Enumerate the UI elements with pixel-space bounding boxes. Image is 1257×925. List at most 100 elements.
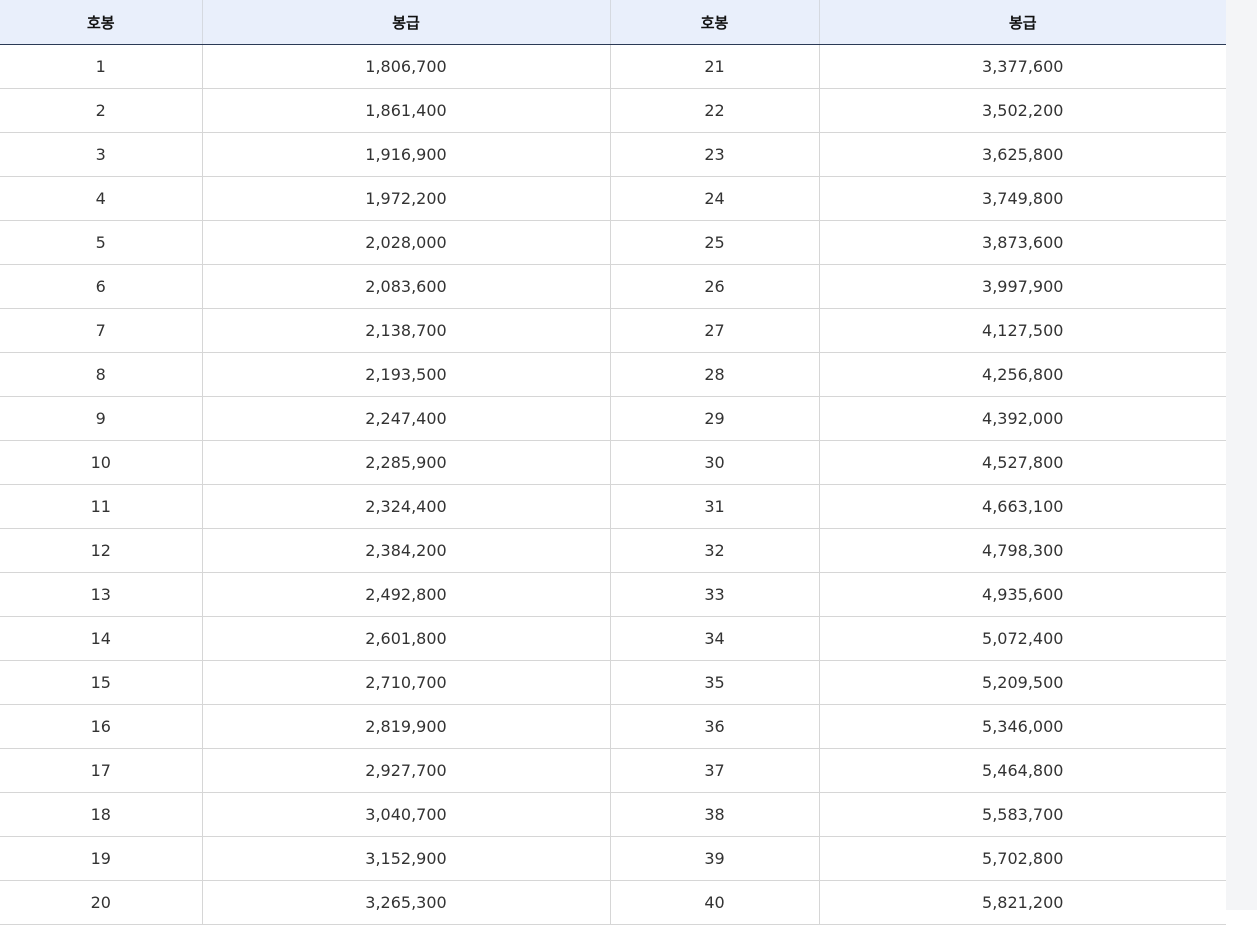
cell-grade-left: 4 bbox=[0, 176, 202, 221]
cell-salary-left: 2,710,700 bbox=[201, 660, 610, 705]
salary-table: 호봉 봉급 호봉 봉급 1 1,806,700 21 3,377,600 2 1,861,… bbox=[0, 0, 1226, 925]
cell-salary-left: 3,152,900 bbox=[201, 836, 610, 881]
header-grade-left: 호봉 bbox=[0, 0, 202, 45]
cell-grade-right: 25 bbox=[609, 220, 819, 265]
cell-grade-right: 29 bbox=[609, 396, 819, 441]
cell-grade-right: 27 bbox=[609, 308, 819, 353]
cell-salary-left: 3,265,300 bbox=[201, 880, 610, 925]
cell-grade-left: 18 bbox=[0, 792, 202, 837]
cell-grade-right: 32 bbox=[609, 528, 819, 573]
cell-salary-left: 1,916,900 bbox=[201, 132, 610, 177]
page-side-background bbox=[1226, 0, 1257, 910]
cell-grade-right: 23 bbox=[609, 132, 819, 177]
cell-grade-right: 37 bbox=[609, 748, 819, 793]
table-row: 14 2,601,800 34 5,072,400 bbox=[0, 616, 1226, 661]
cell-grade-right: 24 bbox=[609, 176, 819, 221]
cell-salary-left: 1,861,400 bbox=[201, 88, 610, 133]
table-row: 15 2,710,700 35 5,209,500 bbox=[0, 660, 1226, 705]
cell-grade-left: 16 bbox=[0, 704, 202, 749]
cell-salary-right: 4,798,300 bbox=[818, 528, 1226, 573]
cell-grade-left: 10 bbox=[0, 440, 202, 485]
cell-salary-right: 3,625,800 bbox=[818, 132, 1226, 177]
cell-grade-left: 12 bbox=[0, 528, 202, 573]
header-grade-right: 호봉 bbox=[609, 0, 819, 45]
cell-grade-right: 28 bbox=[609, 352, 819, 397]
cell-grade-right: 30 bbox=[609, 440, 819, 485]
header-salary-left: 봉급 bbox=[201, 0, 610, 45]
cell-salary-left: 1,806,700 bbox=[201, 44, 610, 89]
cell-grade-left: 9 bbox=[0, 396, 202, 441]
table-row: 17 2,927,700 37 5,464,800 bbox=[0, 748, 1226, 793]
cell-grade-right: 40 bbox=[609, 880, 819, 925]
cell-salary-left: 2,285,900 bbox=[201, 440, 610, 485]
cell-salary-left: 1,972,200 bbox=[201, 176, 610, 221]
cell-salary-left: 2,324,400 bbox=[201, 484, 610, 529]
cell-grade-left: 5 bbox=[0, 220, 202, 265]
table-row: 9 2,247,400 29 4,392,000 bbox=[0, 396, 1226, 441]
cell-salary-left: 2,601,800 bbox=[201, 616, 610, 661]
table-row: 4 1,972,200 24 3,749,800 bbox=[0, 176, 1226, 221]
table-row: 8 2,193,500 28 4,256,800 bbox=[0, 352, 1226, 397]
table-row: 2 1,861,400 22 3,502,200 bbox=[0, 88, 1226, 133]
cell-grade-left: 6 bbox=[0, 264, 202, 309]
cell-salary-left: 2,492,800 bbox=[201, 572, 610, 617]
cell-grade-right: 35 bbox=[609, 660, 819, 705]
cell-grade-right: 39 bbox=[609, 836, 819, 881]
table-row: 5 2,028,000 25 3,873,600 bbox=[0, 220, 1226, 265]
header-salary-right: 봉급 bbox=[818, 0, 1226, 45]
table-header-row: 호봉 봉급 호봉 봉급 bbox=[0, 0, 1226, 45]
cell-salary-left: 2,927,700 bbox=[201, 748, 610, 793]
cell-salary-left: 2,819,900 bbox=[201, 704, 610, 749]
cell-salary-right: 3,377,600 bbox=[818, 44, 1226, 89]
cell-salary-right: 4,663,100 bbox=[818, 484, 1226, 529]
cell-salary-right: 3,873,600 bbox=[818, 220, 1226, 265]
cell-salary-left: 3,040,700 bbox=[201, 792, 610, 837]
cell-salary-right: 4,935,600 bbox=[818, 572, 1226, 617]
cell-grade-right: 36 bbox=[609, 704, 819, 749]
cell-salary-left: 2,247,400 bbox=[201, 396, 610, 441]
table-row: 19 3,152,900 39 5,702,800 bbox=[0, 836, 1226, 881]
cell-salary-left: 2,028,000 bbox=[201, 220, 610, 265]
table-row: 1 1,806,700 21 3,377,600 bbox=[0, 44, 1226, 89]
cell-salary-right: 3,502,200 bbox=[818, 88, 1226, 133]
cell-grade-left: 13 bbox=[0, 572, 202, 617]
cell-grade-left: 2 bbox=[0, 88, 202, 133]
table-row: 18 3,040,700 38 5,583,700 bbox=[0, 792, 1226, 837]
cell-grade-left: 8 bbox=[0, 352, 202, 397]
table-body: 1 1,806,700 21 3,377,600 2 1,861,400 22 3,502,2… bbox=[0, 44, 1226, 925]
cell-salary-right: 4,256,800 bbox=[818, 352, 1226, 397]
table-header: 호봉 봉급 호봉 봉급 bbox=[0, 0, 1226, 45]
cell-salary-right: 5,821,200 bbox=[818, 880, 1226, 925]
cell-salary-right: 5,346,000 bbox=[818, 704, 1226, 749]
cell-salary-right: 4,127,500 bbox=[818, 308, 1226, 353]
cell-grade-right: 33 bbox=[609, 572, 819, 617]
table-row: 7 2,138,700 27 4,127,500 bbox=[0, 308, 1226, 353]
table-row: 20 3,265,300 40 5,821,200 bbox=[0, 880, 1226, 925]
table-row: 3 1,916,900 23 3,625,800 bbox=[0, 132, 1226, 177]
cell-grade-left: 11 bbox=[0, 484, 202, 529]
table-row: 6 2,083,600 26 3,997,900 bbox=[0, 264, 1226, 309]
cell-salary-left: 2,193,500 bbox=[201, 352, 610, 397]
cell-salary-right: 5,464,800 bbox=[818, 748, 1226, 793]
cell-grade-left: 17 bbox=[0, 748, 202, 793]
cell-grade-left: 1 bbox=[0, 44, 202, 89]
cell-salary-left: 2,384,200 bbox=[201, 528, 610, 573]
cell-grade-right: 31 bbox=[609, 484, 819, 529]
cell-salary-right: 4,527,800 bbox=[818, 440, 1226, 485]
cell-grade-left: 20 bbox=[0, 880, 202, 925]
cell-grade-left: 19 bbox=[0, 836, 202, 881]
cell-salary-right: 3,749,800 bbox=[818, 176, 1226, 221]
cell-grade-right: 38 bbox=[609, 792, 819, 837]
table-row: 12 2,384,200 32 4,798,300 bbox=[0, 528, 1226, 573]
cell-grade-left: 7 bbox=[0, 308, 202, 353]
cell-salary-right: 5,072,400 bbox=[818, 616, 1226, 661]
cell-grade-right: 34 bbox=[609, 616, 819, 661]
table-row: 16 2,819,900 36 5,346,000 bbox=[0, 704, 1226, 749]
table-row: 10 2,285,900 30 4,527,800 bbox=[0, 440, 1226, 485]
cell-grade-right: 26 bbox=[609, 264, 819, 309]
cell-salary-right: 5,583,700 bbox=[818, 792, 1226, 837]
cell-grade-right: 22 bbox=[609, 88, 819, 133]
cell-salary-right: 5,702,800 bbox=[818, 836, 1226, 881]
cell-grade-left: 14 bbox=[0, 616, 202, 661]
cell-salary-right: 3,997,900 bbox=[818, 264, 1226, 309]
